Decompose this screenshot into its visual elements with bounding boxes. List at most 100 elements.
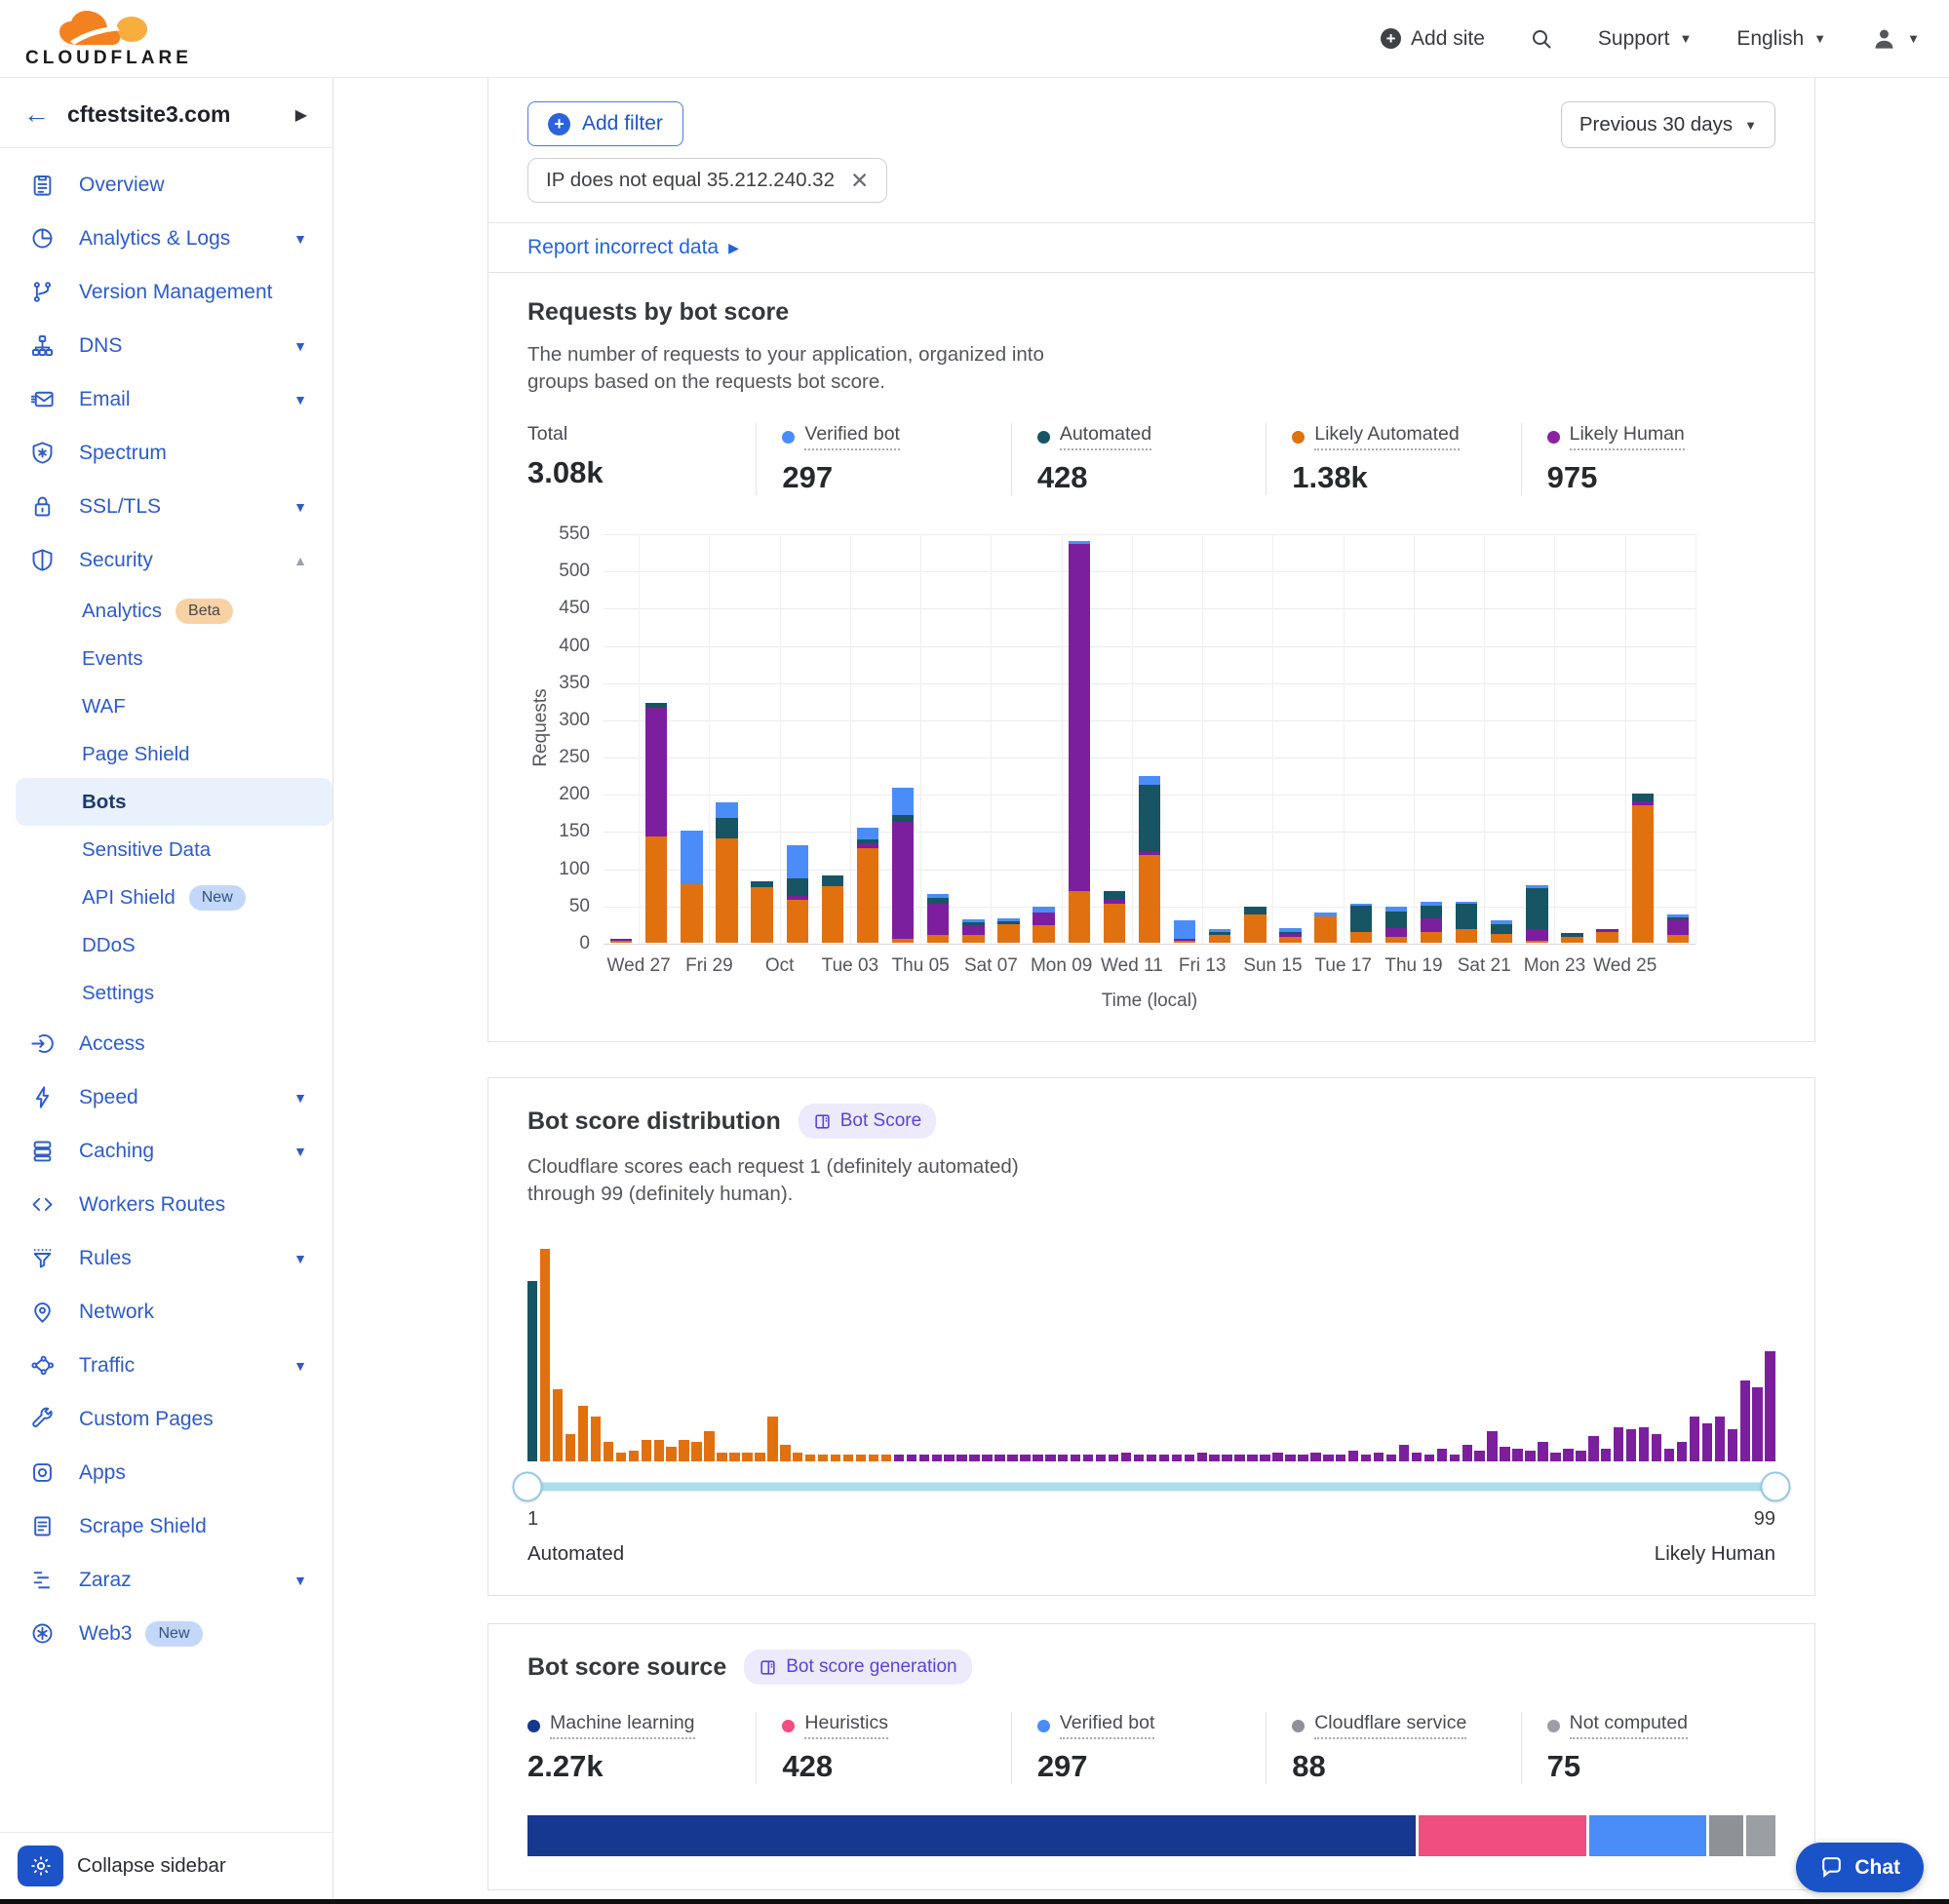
chevron-down-icon[interactable]: ▼ <box>293 1090 307 1106</box>
score-bar-44[interactable] <box>1071 1455 1080 1461</box>
score-bar-75[interactable] <box>1462 1445 1472 1461</box>
score-bar-15[interactable] <box>704 1431 714 1461</box>
score-bar-37[interactable] <box>982 1455 992 1461</box>
score-bar-17[interactable] <box>729 1453 739 1461</box>
score-bar-72[interactable] <box>1424 1455 1434 1461</box>
slider-handle-min[interactable] <box>513 1472 543 1502</box>
score-bar-67[interactable] <box>1361 1455 1371 1461</box>
score-bar-39[interactable] <box>1007 1455 1017 1461</box>
score-bar-88[interactable] <box>1626 1429 1636 1461</box>
score-bar-41[interactable] <box>1033 1455 1042 1461</box>
score-bar-40[interactable] <box>1020 1455 1030 1461</box>
sidebar-item-custom-pages[interactable]: Custom Pages <box>0 1392 332 1446</box>
sidebar-item-scrape-shield[interactable]: Scrape Shield <box>0 1499 332 1553</box>
chevron-up-icon[interactable]: ▲ <box>293 553 307 568</box>
sidebar-item-events[interactable]: Events <box>0 635 332 682</box>
score-bar-23[interactable] <box>805 1455 815 1461</box>
score-bar-36[interactable] <box>969 1455 979 1461</box>
score-bar-38[interactable] <box>994 1455 1004 1461</box>
filter-chip[interactable]: IP does not equal 35.212.240.32 ✕ <box>527 158 887 203</box>
score-bar-34[interactable] <box>944 1455 954 1461</box>
back-arrow-icon[interactable]: ← <box>23 101 50 128</box>
score-bar-91[interactable] <box>1664 1449 1674 1461</box>
score-bar-62[interactable] <box>1298 1455 1307 1461</box>
chevron-right-icon[interactable]: ▶ <box>295 105 307 125</box>
score-bar-85[interactable] <box>1588 1436 1598 1461</box>
score-bar-30[interactable] <box>894 1455 904 1461</box>
sidebar-item-email[interactable]: Email▼ <box>0 372 332 426</box>
stacked-bar-day-17[interactable] <box>1174 920 1195 943</box>
score-bar-5[interactable] <box>578 1406 588 1461</box>
score-bar-65[interactable] <box>1336 1455 1345 1461</box>
score-bar-42[interactable] <box>1045 1455 1055 1461</box>
stacked-bar-day-14[interactable] <box>1069 541 1090 943</box>
sidebar-item-page-shield[interactable]: Page Shield <box>0 730 332 778</box>
sidebar-item-rules[interactable]: Rules▼ <box>0 1231 332 1285</box>
score-bar-18[interactable] <box>742 1453 752 1461</box>
score-bar-58[interactable] <box>1247 1455 1257 1461</box>
stacked-bar-day-23[interactable] <box>1385 907 1407 943</box>
stacked-bar-day-5[interactable] <box>751 881 772 943</box>
score-bar-93[interactable] <box>1690 1417 1699 1461</box>
score-bar-70[interactable] <box>1399 1445 1409 1461</box>
chat-button[interactable]: Chat <box>1796 1843 1924 1892</box>
bot-score-generation-doc-badge[interactable]: Bot score generation <box>744 1650 971 1685</box>
score-bar-52[interactable] <box>1172 1455 1182 1461</box>
sidebar-item-waf[interactable]: WAF <box>0 682 332 730</box>
sidebar-item-analytics-logs[interactable]: Analytics & Logs▼ <box>0 212 332 265</box>
source-segment-verified-bot[interactable] <box>1589 1815 1705 1856</box>
stat-label[interactable]: Not computed <box>1570 1712 1688 1739</box>
score-bar-96[interactable] <box>1728 1429 1737 1461</box>
stat-label[interactable]: Verified bot <box>804 423 900 450</box>
sidebar-item-version-management[interactable]: Version Management <box>0 265 332 319</box>
sidebar-item-apps[interactable]: Apps <box>0 1446 332 1499</box>
language-menu[interactable]: English ▼ <box>1736 27 1826 51</box>
stacked-bar-day-20[interactable] <box>1279 928 1301 943</box>
stat-label[interactable]: Likely Human <box>1570 423 1685 450</box>
score-bar-35[interactable] <box>956 1455 966 1461</box>
score-bar-86[interactable] <box>1601 1449 1611 1461</box>
score-bar-59[interactable] <box>1260 1455 1269 1461</box>
score-bar-92[interactable] <box>1677 1442 1687 1461</box>
score-bar-63[interactable] <box>1310 1453 1320 1461</box>
sidebar-item-api-shield[interactable]: API ShieldNew <box>0 874 332 921</box>
score-bar-10[interactable] <box>642 1440 651 1461</box>
stacked-bar-day-29[interactable] <box>1596 929 1618 943</box>
slider-handle-max[interactable] <box>1761 1472 1791 1502</box>
score-bar-29[interactable] <box>881 1455 891 1461</box>
stacked-bar-day-13[interactable] <box>1033 907 1054 943</box>
date-range-dropdown[interactable]: Previous 30 days ▼ <box>1561 101 1775 148</box>
site-selector[interactable]: ← cftestsite3.com ▶ <box>0 78 332 147</box>
support-menu[interactable]: Support ▼ <box>1598 27 1692 51</box>
source-segment-cloudflare-service[interactable] <box>1709 1815 1743 1856</box>
score-bar-32[interactable] <box>919 1455 929 1461</box>
stacked-bar-day-28[interactable] <box>1561 933 1582 943</box>
chevron-down-icon[interactable]: ▼ <box>293 1251 307 1266</box>
score-bar-8[interactable] <box>616 1453 626 1461</box>
score-bar-6[interactable] <box>591 1417 601 1461</box>
add-filter-button[interactable]: + Add filter <box>527 101 683 146</box>
score-bar-74[interactable] <box>1450 1455 1460 1461</box>
chevron-down-icon[interactable]: ▼ <box>293 499 307 515</box>
sidebar-item-overview[interactable]: Overview <box>0 158 332 212</box>
sidebar-item-speed[interactable]: Speed▼ <box>0 1070 332 1124</box>
stacked-bar-day-4[interactable] <box>716 802 737 943</box>
score-bar-56[interactable] <box>1222 1455 1231 1461</box>
stacked-bar-day-11[interactable] <box>962 919 984 943</box>
score-bar-57[interactable] <box>1234 1455 1244 1461</box>
slider-track[interactable] <box>527 1483 1775 1492</box>
stat-label[interactable]: Heuristics <box>804 1712 888 1739</box>
sidebar-item-ddos[interactable]: DDoS <box>0 921 332 969</box>
score-bar-31[interactable] <box>907 1455 916 1461</box>
sidebar-item-security[interactable]: Security▲ <box>0 533 332 587</box>
stacked-bar-day-31[interactable] <box>1667 914 1689 943</box>
score-bar-79[interactable] <box>1512 1449 1522 1461</box>
stacked-bar-day-24[interactable] <box>1421 902 1442 943</box>
stat-label[interactable]: Automated <box>1060 423 1151 450</box>
stacked-bar-day-9[interactable] <box>892 788 914 943</box>
stacked-bar-day-18[interactable] <box>1209 929 1230 943</box>
settings-button[interactable] <box>18 1846 63 1886</box>
stacked-bar-day-8[interactable] <box>857 828 878 943</box>
score-bar-19[interactable] <box>755 1453 764 1461</box>
stacked-bar-day-12[interactable] <box>997 918 1019 943</box>
